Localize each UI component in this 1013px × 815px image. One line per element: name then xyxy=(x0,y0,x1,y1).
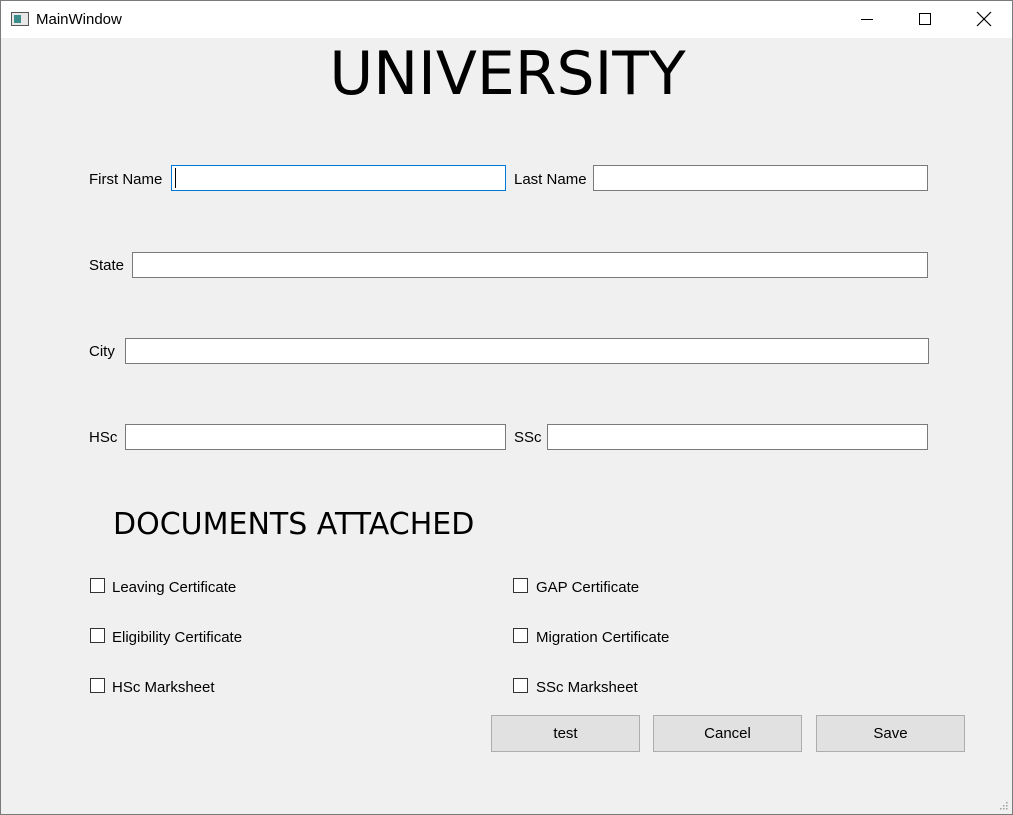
state-label: State xyxy=(89,257,125,274)
test-button[interactable]: test xyxy=(491,715,640,752)
resize-grip-icon[interactable] xyxy=(998,800,1008,810)
cancel-button[interactable]: Cancel xyxy=(653,715,802,752)
leaving-certificate-label[interactable]: Leaving Certificate xyxy=(112,579,236,596)
hsc-field[interactable] xyxy=(125,424,506,450)
leaving-certificate-checkbox[interactable] xyxy=(90,578,105,593)
main-window: MainWindow UNIVERSITY First Name Last Na… xyxy=(0,0,1013,815)
city-label: City xyxy=(89,343,115,360)
close-icon xyxy=(976,11,992,27)
gap-certificate-checkbox[interactable] xyxy=(513,578,528,593)
last-name-field[interactable] xyxy=(593,165,928,191)
minimize-icon xyxy=(861,19,873,20)
hsc-label: HSc xyxy=(89,429,118,446)
save-button[interactable]: Save xyxy=(816,715,965,752)
state-field[interactable] xyxy=(132,252,928,278)
first-name-field[interactable] xyxy=(171,165,506,191)
maximize-icon xyxy=(919,13,931,25)
hsc-marksheet-checkbox[interactable] xyxy=(90,678,105,693)
migration-certificate-checkbox[interactable] xyxy=(513,628,528,643)
window-title: MainWindow xyxy=(36,11,122,28)
app-icon xyxy=(11,12,29,26)
hsc-marksheet-label[interactable]: HSc Marksheet xyxy=(112,679,215,696)
last-name-label: Last Name xyxy=(514,171,587,188)
minimize-button[interactable] xyxy=(838,1,896,38)
gap-certificate-label[interactable]: GAP Certificate xyxy=(536,579,639,596)
eligibility-certificate-label[interactable]: Eligibility Certificate xyxy=(112,629,242,646)
title-bar[interactable]: MainWindow xyxy=(1,1,1012,38)
migration-certificate-label[interactable]: Migration Certificate xyxy=(536,629,669,646)
city-field[interactable] xyxy=(125,338,929,364)
eligibility-certificate-checkbox[interactable] xyxy=(90,628,105,643)
maximize-button[interactable] xyxy=(896,1,954,38)
documents-heading: DOCUMENTS ATTACHED xyxy=(113,507,475,542)
text-caret xyxy=(175,168,176,188)
ssc-field[interactable] xyxy=(547,424,928,450)
ssc-marksheet-label[interactable]: SSc Marksheet xyxy=(536,679,638,696)
ssc-marksheet-checkbox[interactable] xyxy=(513,678,528,693)
first-name-label: First Name xyxy=(89,171,163,188)
page-title: UNIVERSITY xyxy=(329,39,686,109)
close-button[interactable] xyxy=(954,1,1012,38)
ssc-label: SSc xyxy=(514,429,542,446)
